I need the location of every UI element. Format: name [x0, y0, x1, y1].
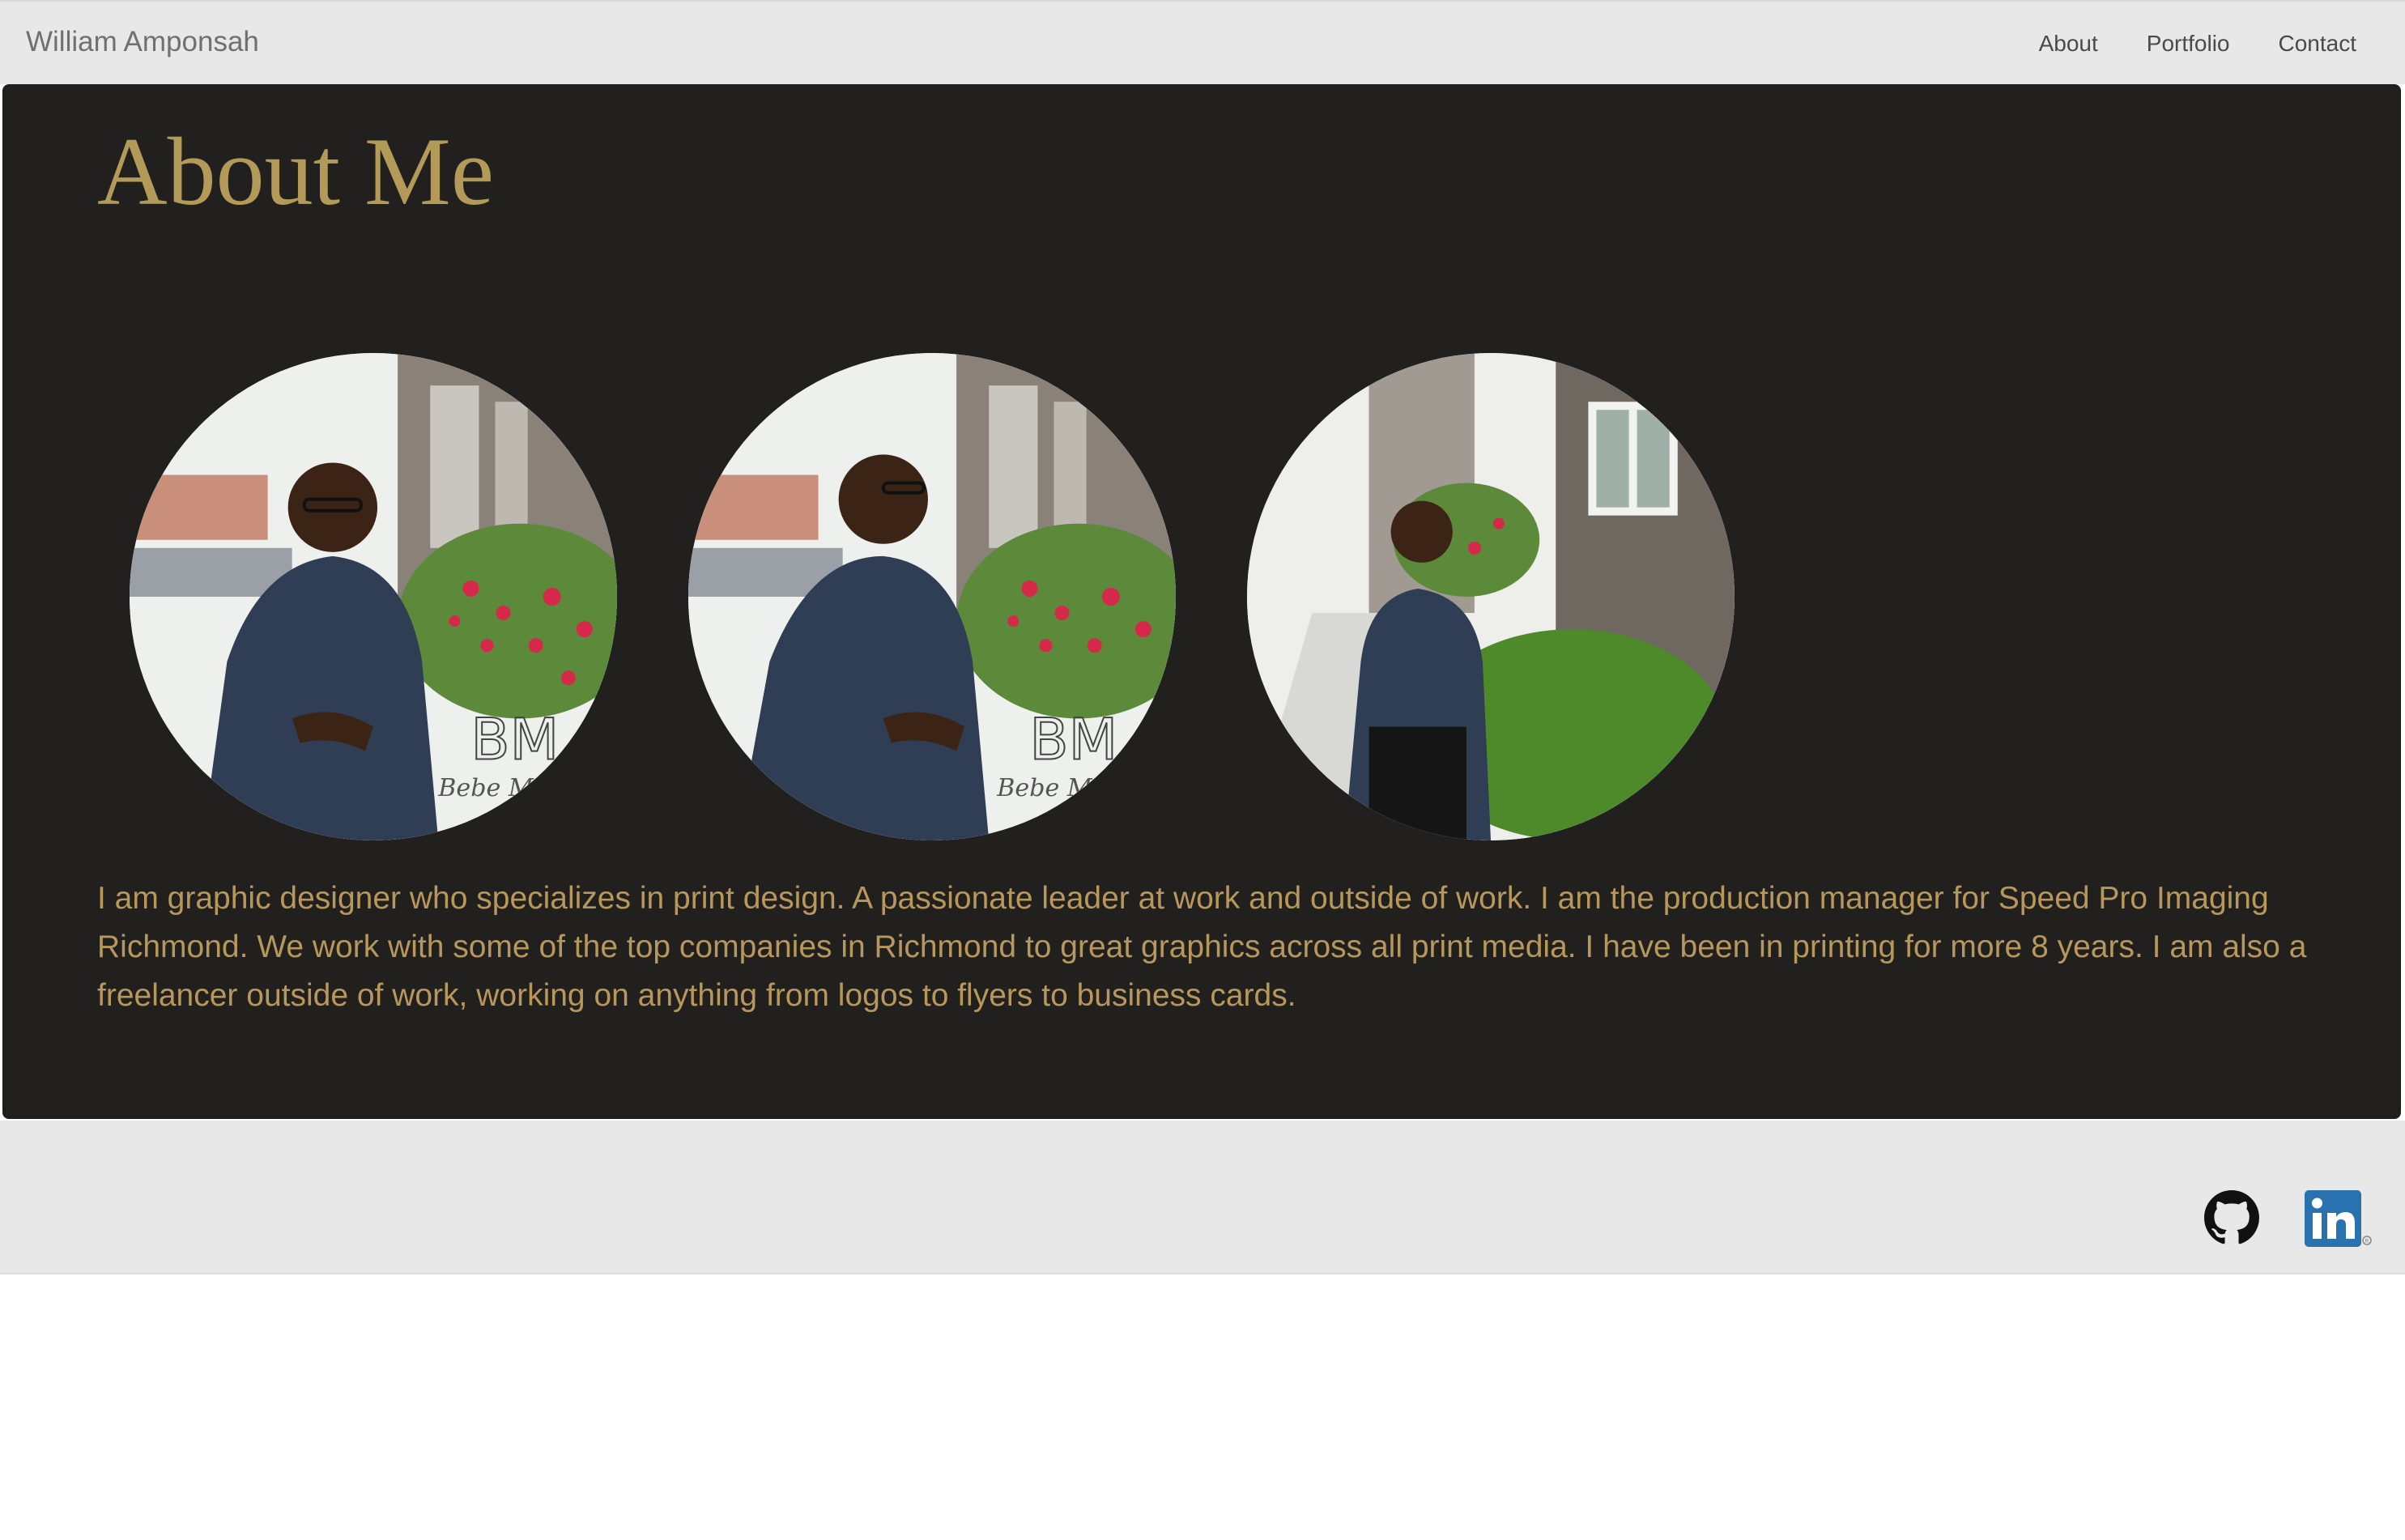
photo-row: BM Bebe Mo BM Bebe Mo	[130, 353, 1749, 842]
nav-link-contact[interactable]: Contact	[2279, 29, 2357, 58]
nav-link-portfolio[interactable]: Portfolio	[2147, 29, 2230, 58]
portrait-photo-2: BM Bebe Mo	[688, 353, 1176, 840]
github-link[interactable]	[2204, 1190, 2259, 1245]
portrait-image-3	[1247, 353, 1735, 840]
portrait-photo-3	[1247, 353, 1735, 840]
svg-text:R: R	[2365, 1238, 2369, 1244]
nav-links: About Portfolio Contact	[1990, 29, 2356, 58]
watermark-logo: BM	[470, 707, 559, 773]
nav-link-about[interactable]: About	[2039, 29, 2098, 58]
linkedin-icon: R	[2305, 1190, 2372, 1247]
navbar: William Amponsah About Portfolio Contact	[0, 0, 2405, 84]
watermark-script: Bebe Mo	[437, 774, 548, 802]
about-title: About Me	[97, 117, 494, 225]
portrait-image-1: BMBebe Mo	[130, 353, 617, 840]
bio-text: I am graphic designer who specializes in…	[97, 881, 2307, 1013]
brand-link[interactable]: William Amponsah	[26, 26, 259, 58]
linkedin-link[interactable]: R	[2305, 1190, 2373, 1249]
watermark-script: Bebe Mo	[996, 774, 1107, 802]
portrait-image-2: BMBebe Mo	[688, 353, 1176, 840]
github-icon	[2204, 1190, 2259, 1244]
footer	[0, 1121, 2405, 1274]
watermark-logo: BM	[1029, 707, 1117, 773]
portrait-photo-1: BM Bebe Mo	[130, 353, 617, 840]
